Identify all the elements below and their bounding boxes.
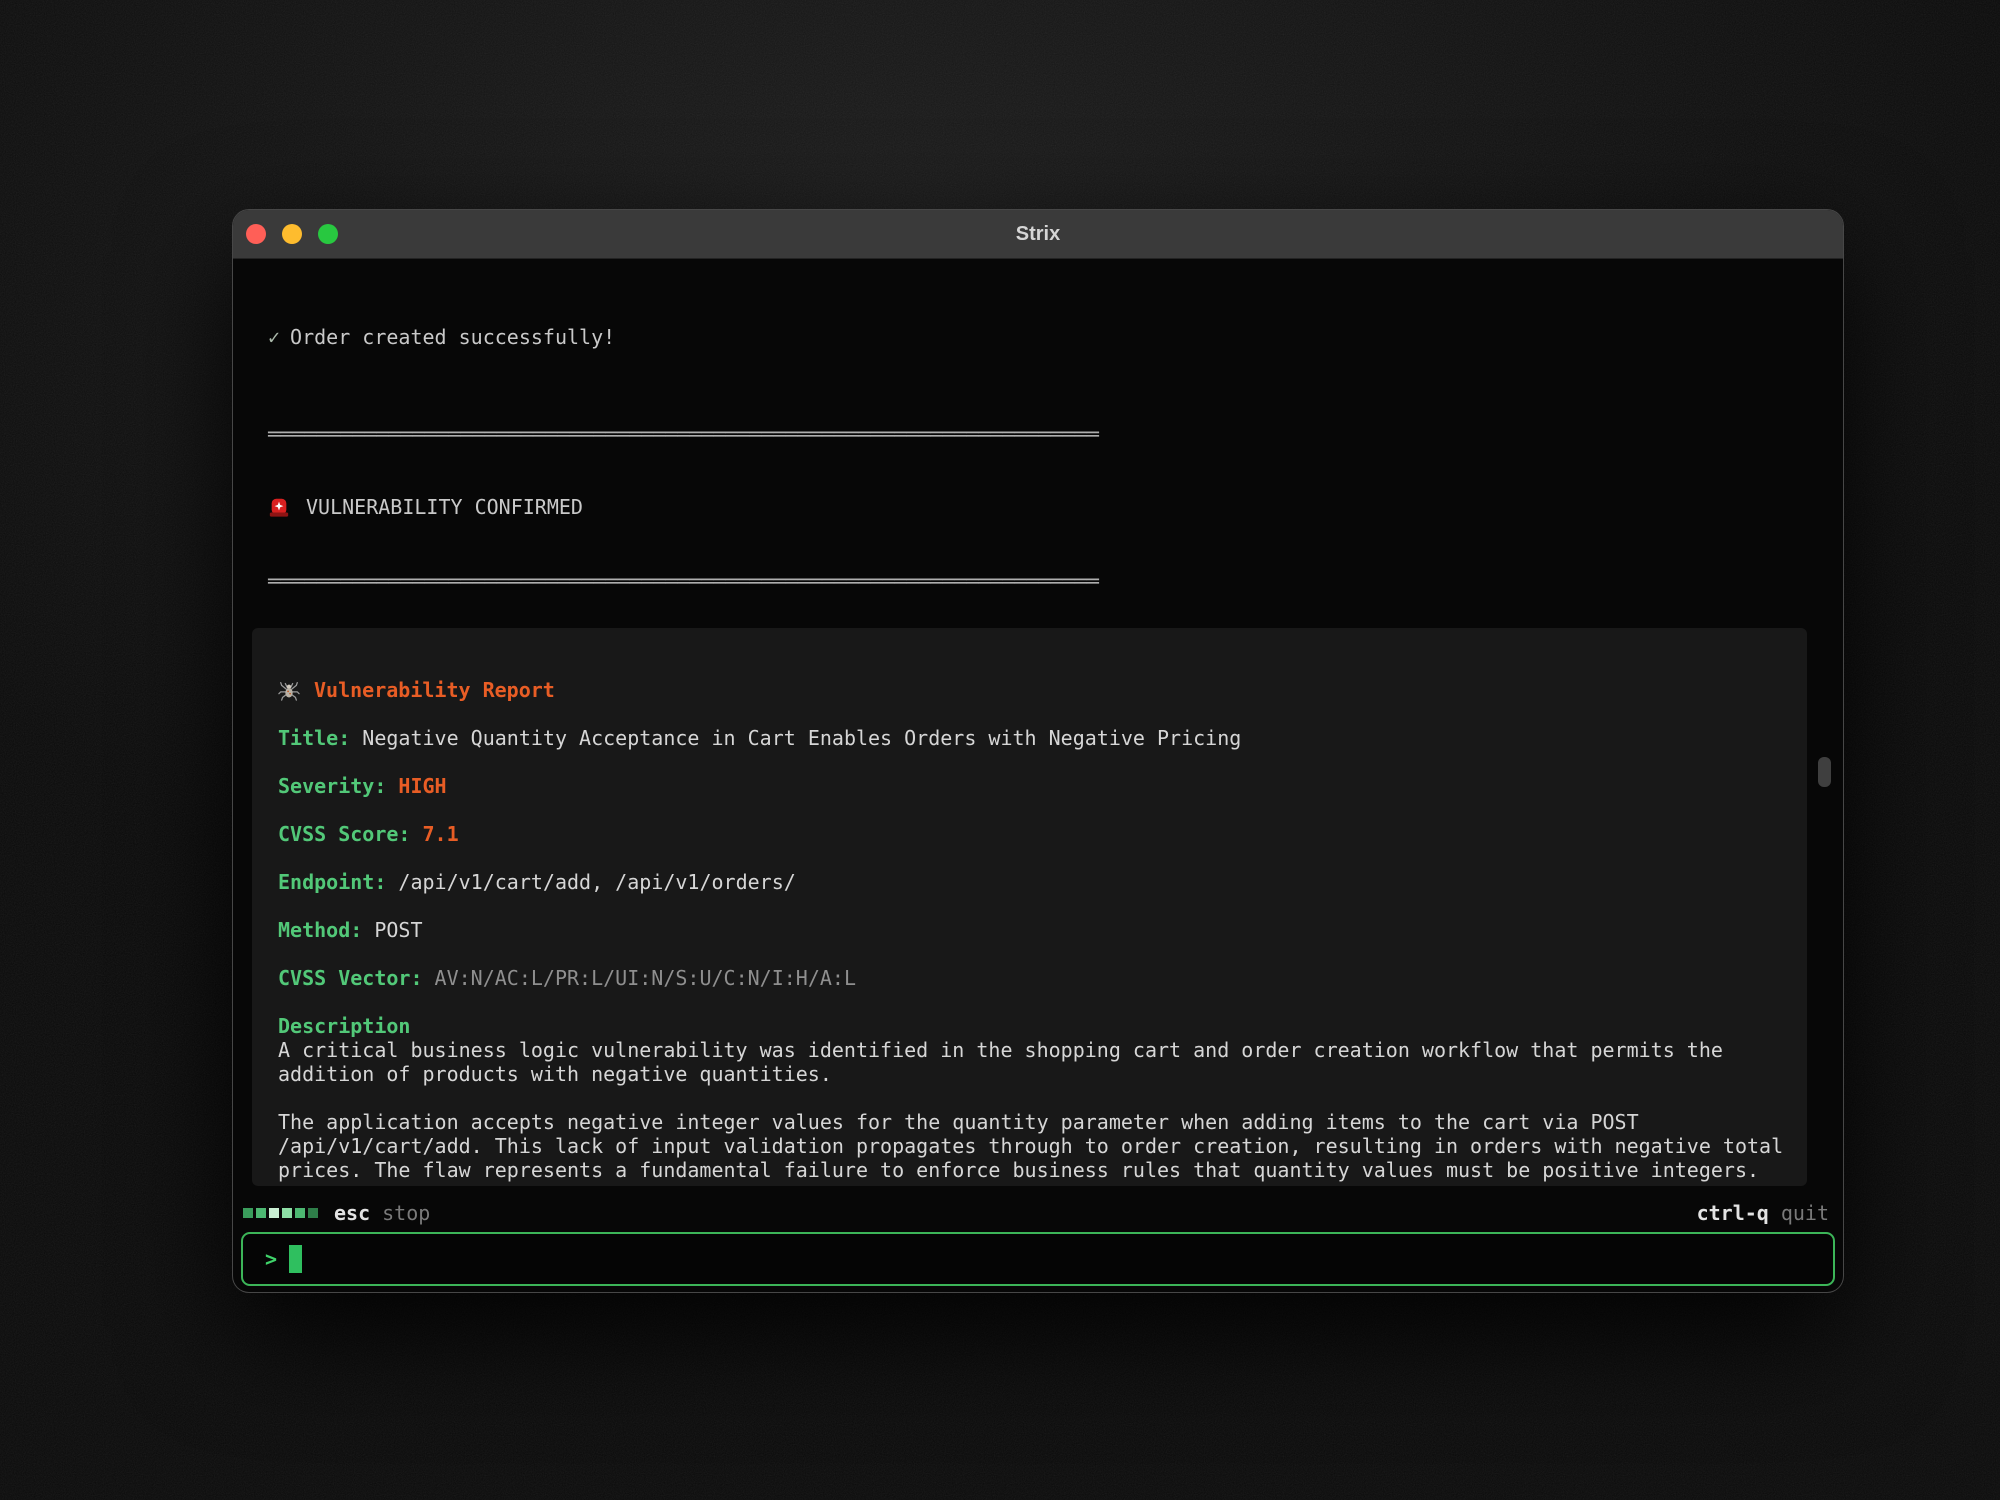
status-bar: esc stop ctrl-q quit [243,1198,1829,1228]
scrollbar-thumb[interactable] [1818,757,1831,787]
window-titlebar: Strix [233,210,1843,259]
text-cursor [289,1245,302,1273]
quit-action-label: quit [1781,1201,1829,1225]
spinner-dot [282,1208,292,1218]
report-field-cvss-vector: CVSS Vector: AV:N/AC:L/PR:L/UI:N/S:U/C:N… [278,966,1799,990]
description-heading: Description [278,1014,1799,1038]
window-title: Strix [233,223,1843,246]
divider-line: ════════════════════════════════════════… [268,569,1099,594]
command-input[interactable]: > [241,1232,1835,1286]
report-field-method: Method: POST [278,918,1799,942]
vulnerability-report-panel: Vulnerability Report Title: Negative Qua… [252,628,1807,1186]
log-order-created: ✓Order created successfully! [268,325,1099,350]
siren-icon [268,496,290,518]
spinner-dot [256,1208,266,1218]
zoom-window-button[interactable] [318,224,338,244]
spinner-dot [243,1208,253,1218]
desktop-background: Strix ✓Order created successfully! ═════… [0,0,2000,1500]
strix-terminal-window: Strix ✓Order created successfully! ═════… [233,210,1843,1292]
spinner-dot [295,1208,305,1218]
close-window-button[interactable] [246,224,266,244]
report-field-severity: Severity: HIGH [278,774,1799,798]
log-vulnerability-confirmed: VULNERABILITY CONFIRMED [268,495,1099,520]
description-paragraph-1: A critical business logic vulnerability … [278,1038,1799,1086]
spinner-dot [308,1208,318,1218]
divider-line: ════════════════════════════════════════… [268,422,1099,447]
window-controls [246,224,338,244]
report-header: Vulnerability Report [278,678,1799,702]
ctrl-q-key-hint: ctrl-q [1697,1201,1769,1225]
activity-spinner [243,1208,318,1218]
minimize-window-button[interactable] [282,224,302,244]
description-paragraph-2: The application accepts negative integer… [278,1110,1799,1182]
report-field-endpoint: Endpoint: /api/v1/cart/add, /api/v1/orde… [278,870,1799,894]
esc-key-hint: esc [334,1201,370,1225]
check-icon: ✓ [268,325,280,349]
stop-action-label: stop [382,1201,430,1225]
spinner-dot [269,1208,279,1218]
report-field-title: Title: Negative Quantity Acceptance in C… [278,726,1799,750]
report-field-cvss-score: CVSS Score: 7.1 [278,822,1799,846]
spider-icon [278,679,300,701]
prompt-chevron: > [265,1247,277,1271]
